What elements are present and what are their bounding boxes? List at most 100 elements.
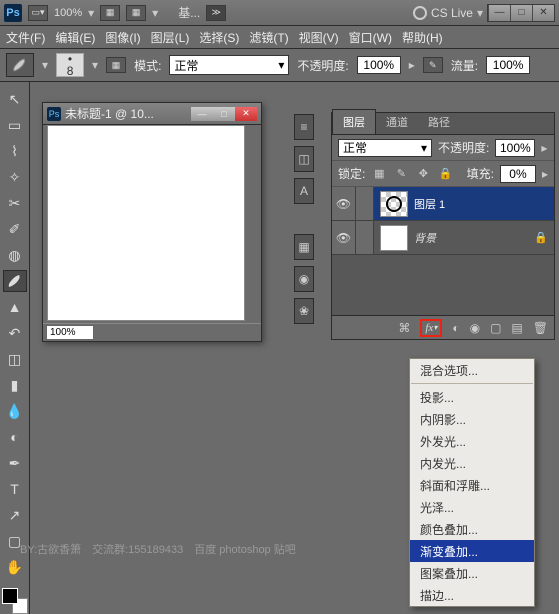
visibility-icon[interactable]: 👁: [332, 221, 356, 254]
layer-fx-button[interactable]: fx▾: [420, 319, 442, 337]
fill-input[interactable]: 0%: [500, 165, 536, 183]
blur-tool[interactable]: 💧: [3, 400, 27, 422]
doc-close-btn[interactable]: ✕: [235, 107, 257, 121]
link-layers-icon[interactable]: ⌘: [398, 321, 410, 335]
current-tool[interactable]: [6, 53, 34, 77]
ctx-drop-shadow[interactable]: 投影...: [410, 386, 534, 408]
ctx-blend-options[interactable]: 混合选项...: [410, 359, 534, 381]
opacity-label: 不透明度:: [297, 57, 348, 74]
lock-all-icon[interactable]: 🔒: [437, 166, 453, 182]
lock-pixels-icon[interactable]: ✎: [393, 166, 409, 182]
titlebar-btn1[interactable]: ▭▾: [28, 5, 48, 21]
layer-thumbnail[interactable]: [380, 191, 408, 217]
titlebar-btn2[interactable]: ▦: [100, 5, 120, 21]
collapsed-panel-5[interactable]: ◉: [294, 266, 314, 292]
collapsed-panel-4[interactable]: ▦: [294, 234, 314, 260]
adjustment-layer-icon[interactable]: ◉: [470, 321, 480, 335]
expand-btn[interactable]: ≫: [206, 5, 226, 21]
close-btn[interactable]: ✕: [532, 5, 554, 21]
pen-tool[interactable]: ✒: [3, 452, 27, 474]
cslive-icon[interactable]: [413, 6, 427, 20]
dodge-tool[interactable]: ◐: [3, 426, 27, 448]
layer-mask-icon[interactable]: ◐: [452, 321, 459, 335]
lock-icon: 🔒: [534, 231, 554, 244]
blend-mode-select[interactable]: 正常▾: [169, 55, 289, 75]
menu-filter[interactable]: 滤镜(T): [249, 29, 288, 46]
menu-window[interactable]: 窗口(W): [349, 29, 392, 46]
eraser-tool[interactable]: ◫: [3, 348, 27, 370]
layer-name[interactable]: 背景: [414, 230, 534, 246]
marquee-tool[interactable]: ▭: [3, 114, 27, 136]
lock-position-icon[interactable]: ✥: [415, 166, 431, 182]
document-window: Ps 未标题-1 @ 10... — □ ✕ 100%: [42, 102, 262, 342]
history-brush-tool[interactable]: ↶: [3, 322, 27, 344]
minimize-btn[interactable]: —: [488, 5, 510, 21]
menu-view[interactable]: 视图(V): [299, 29, 339, 46]
delete-layer-icon[interactable]: 🗑: [533, 321, 548, 335]
layer-opacity-input[interactable]: 100%: [495, 139, 535, 157]
move-tool[interactable]: ↖: [3, 88, 27, 110]
mode-label: 模式:: [134, 57, 161, 74]
eyedropper-tool[interactable]: ✐: [3, 218, 27, 240]
brush-panel-btn[interactable]: ▦: [106, 57, 126, 73]
ctx-satin[interactable]: 光泽...: [410, 496, 534, 518]
menu-edit[interactable]: 编辑(E): [55, 29, 95, 46]
doc-ps-icon: Ps: [47, 107, 61, 121]
tab-channels[interactable]: 通道: [376, 110, 418, 134]
collapsed-panel-6[interactable]: ❀: [294, 298, 314, 324]
collapsed-panel-3[interactable]: A: [294, 178, 314, 204]
gradient-tool[interactable]: ▮: [3, 374, 27, 396]
ctx-bevel[interactable]: 斜面和浮雕...: [410, 474, 534, 496]
tab-layers[interactable]: 图层: [332, 109, 376, 134]
ctx-inner-shadow[interactable]: 内阴影...: [410, 408, 534, 430]
flow-input[interactable]: 100%: [486, 56, 530, 74]
heal-tool[interactable]: ◍: [3, 244, 27, 266]
color-swatches[interactable]: [2, 588, 28, 614]
brush-preview[interactable]: •8: [56, 53, 84, 77]
layer-opacity-label: 不透明度:: [438, 139, 489, 156]
ctx-inner-glow[interactable]: 内发光...: [410, 452, 534, 474]
titlebar-btn3[interactable]: ▦: [126, 5, 146, 21]
layer-name[interactable]: 图层 1: [414, 196, 554, 212]
titlebar-zoom[interactable]: 100%: [54, 7, 82, 19]
cslive-label[interactable]: CS Live: [431, 6, 473, 20]
menu-image[interactable]: 图像(I): [105, 29, 140, 46]
lock-transparency-icon[interactable]: ▦: [371, 166, 387, 182]
menu-select[interactable]: 选择(S): [199, 29, 239, 46]
ctx-gradient-overlay[interactable]: 渐变叠加...: [410, 540, 534, 562]
lasso-tool[interactable]: ⌇: [3, 140, 27, 162]
group-icon[interactable]: ▢: [490, 321, 501, 335]
wand-tool[interactable]: ✧: [3, 166, 27, 188]
stamp-tool[interactable]: ▲: [3, 296, 27, 318]
layer-row[interactable]: 👁 图层 1: [332, 187, 554, 221]
collapsed-panel-2[interactable]: ◫: [294, 146, 314, 172]
ctx-outer-glow[interactable]: 外发光...: [410, 430, 534, 452]
doc-zoom[interactable]: 100%: [46, 325, 94, 340]
doc-min-btn[interactable]: —: [191, 107, 213, 121]
workspace-label[interactable]: 基...: [178, 4, 200, 21]
tab-paths[interactable]: 路径: [418, 110, 460, 134]
layer-blend-select[interactable]: 正常▾: [338, 139, 432, 157]
menu-file[interactable]: 文件(F): [6, 29, 45, 46]
opacity-input[interactable]: 100%: [357, 56, 401, 74]
path-tool[interactable]: ↗: [3, 504, 27, 526]
type-tool[interactable]: T: [3, 478, 27, 500]
layer-thumbnail[interactable]: [380, 225, 408, 251]
ctx-stroke[interactable]: 描边...: [410, 584, 534, 606]
brush-tool[interactable]: [3, 270, 27, 292]
menu-layer[interactable]: 图层(L): [151, 29, 190, 46]
canvas[interactable]: [47, 125, 245, 321]
tools-panel: ↖ ▭ ⌇ ✧ ✂ ✐ ◍ ▲ ↶ ◫ ▮ 💧 ◐ ✒ T ↗ ▢ ✋: [0, 82, 30, 614]
layer-row[interactable]: 👁 背景 🔒: [332, 221, 554, 255]
crop-tool[interactable]: ✂: [3, 192, 27, 214]
maximize-btn[interactable]: □: [510, 5, 532, 21]
collapsed-panel-1[interactable]: ≡: [294, 114, 314, 140]
new-layer-icon[interactable]: ▤: [511, 321, 522, 335]
tablet-opacity-btn[interactable]: ✎: [423, 57, 443, 73]
visibility-icon[interactable]: 👁: [332, 187, 356, 220]
hand-tool[interactable]: ✋: [3, 556, 27, 578]
doc-max-btn[interactable]: □: [213, 107, 235, 121]
ctx-color-overlay[interactable]: 颜色叠加...: [410, 518, 534, 540]
menu-help[interactable]: 帮助(H): [402, 29, 443, 46]
ctx-pattern-overlay[interactable]: 图案叠加...: [410, 562, 534, 584]
